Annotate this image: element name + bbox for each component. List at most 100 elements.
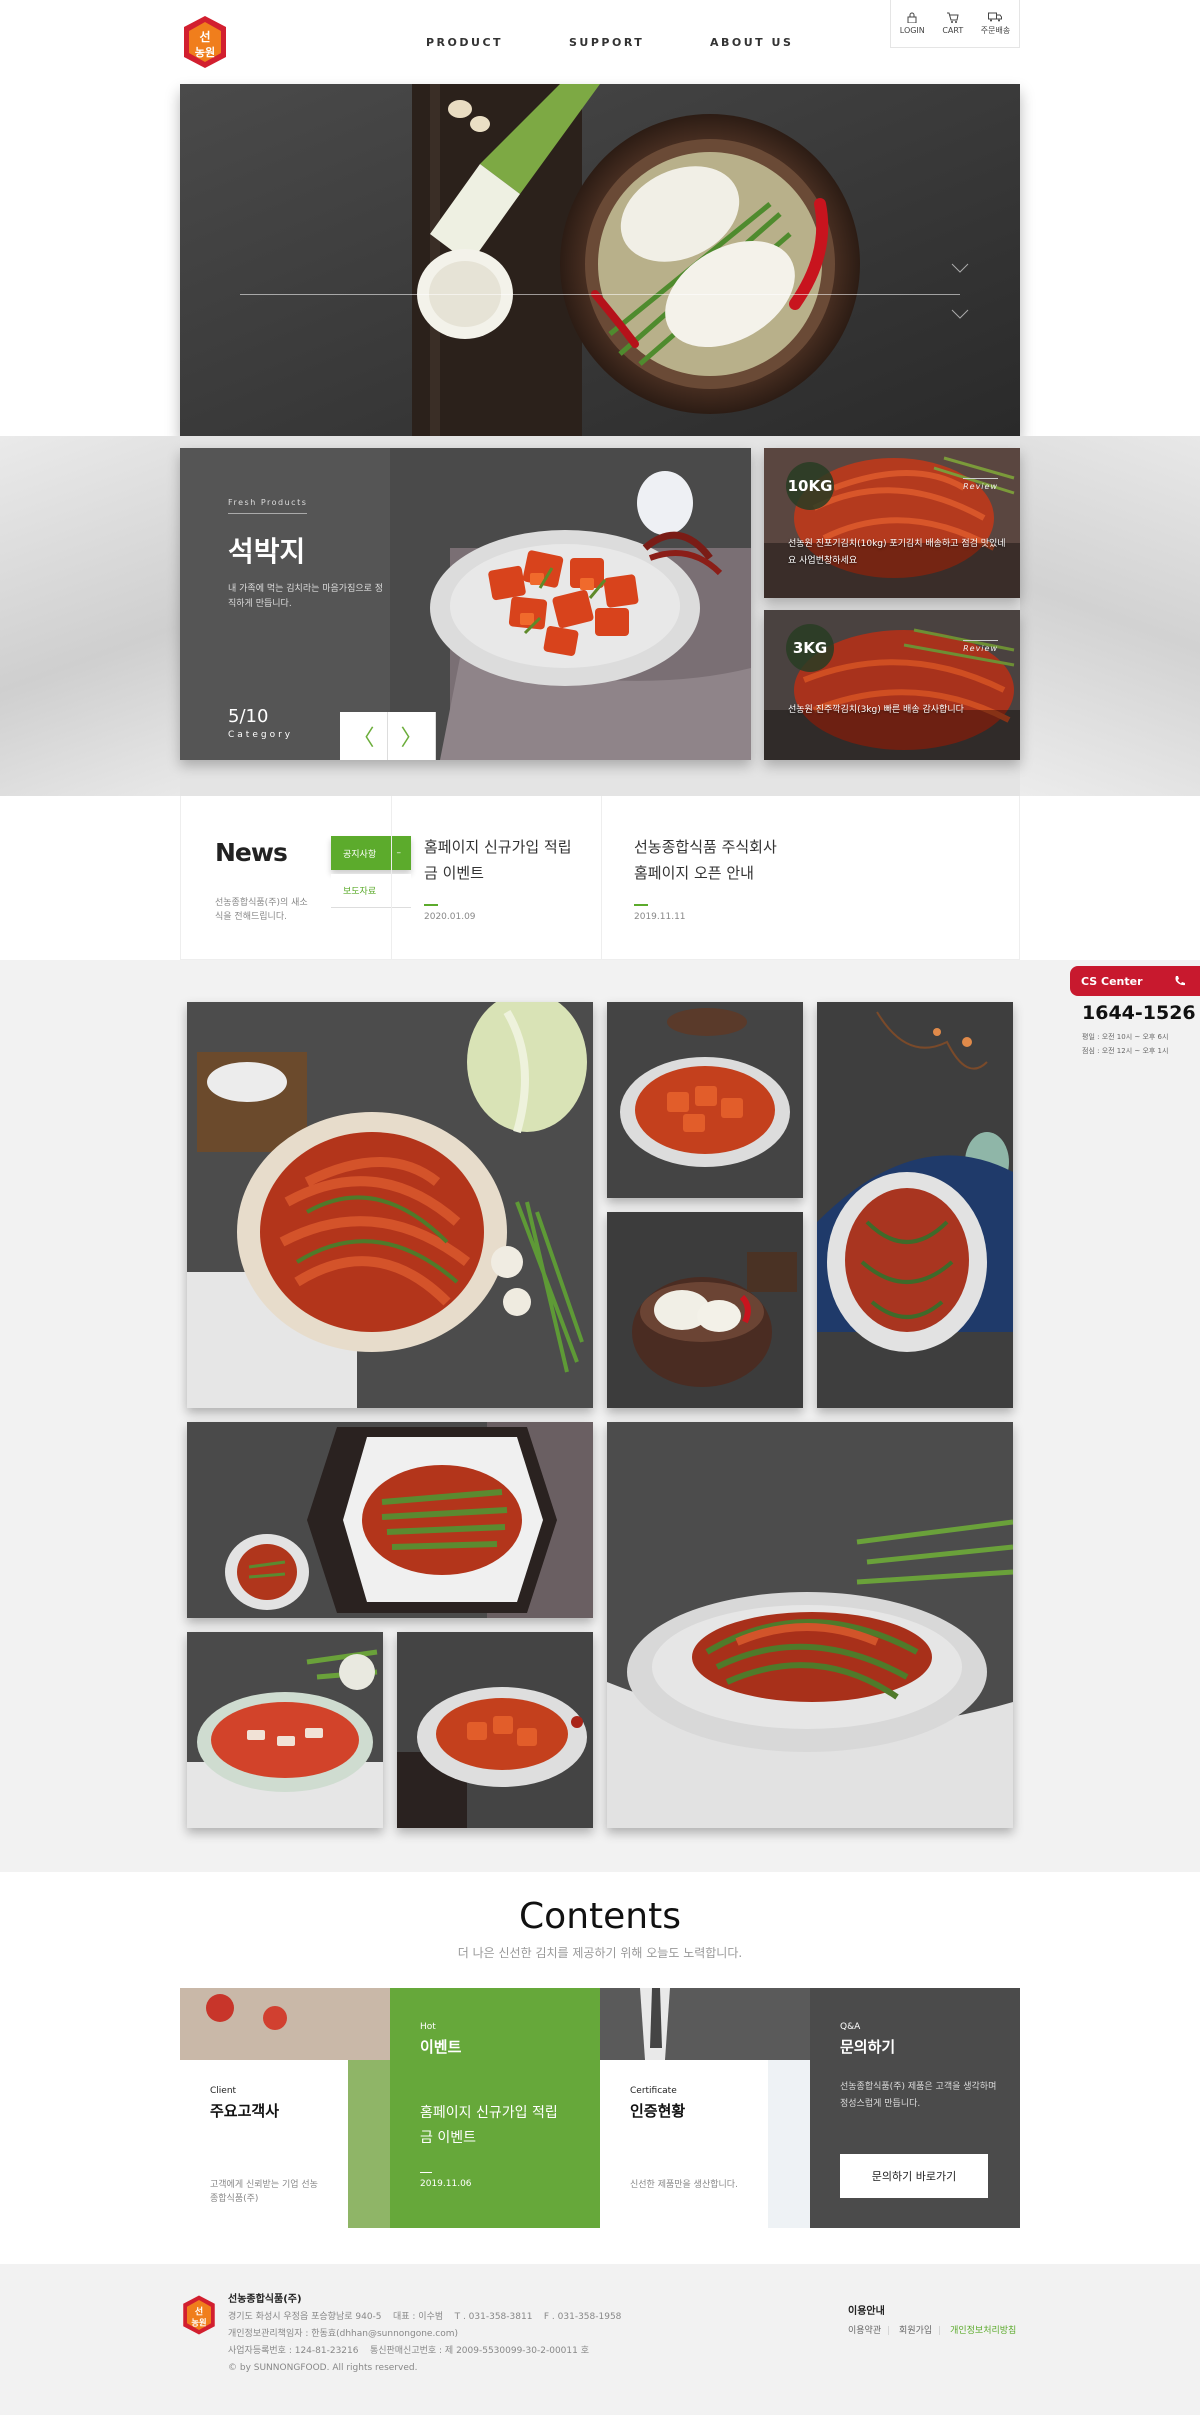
gallery-photo[interactable]	[187, 1632, 383, 1828]
svg-text:선: 선	[195, 2305, 203, 2317]
client-card-panel: Client 주요고객사 고객에게 신뢰받는 기업 선농종합식품(주)	[180, 2060, 348, 2228]
review-card-3kg[interactable]: 3KG Review 선농원 진주깍김치(3kg) 빠른 배송 감사합니다	[764, 610, 1020, 760]
gallery-photo[interactable]	[607, 1212, 803, 1408]
green-onion-kimchi-photo	[187, 1422, 593, 1618]
privacy-policy-link[interactable]: 개인정보처리방침	[950, 2326, 1016, 2336]
qa-card: Q&A 문의하기 선농종합식품(주) 제품은 고객을 생각하며 정성스럽게 만듭…	[810, 1988, 1020, 2228]
footer-company-name: 선농종합식품(주)	[228, 2294, 302, 2305]
certificate-card[interactable]: Certificate 인증현황 신선한 제품만을 생산합니다.	[600, 1988, 810, 2228]
lock-icon	[907, 12, 917, 23]
footer-address: 경기도 화성시 우정읍 포승향남로 940-5	[228, 2312, 382, 2322]
news-item-bar	[634, 904, 648, 906]
event-title: 이벤트	[420, 2038, 462, 2056]
cs-phone-number: 1644-1526	[1082, 1002, 1196, 1024]
nav-support[interactable]: SUPPORT	[569, 36, 644, 49]
qa-shortcut-button[interactable]: 문의하기 바로가기	[840, 2154, 988, 2198]
cart-icon	[946, 12, 959, 23]
order-delivery-link[interactable]: 주문배송	[981, 11, 1010, 36]
gallery-photo-wide[interactable]	[187, 1422, 593, 1618]
review-label: Review	[963, 640, 998, 653]
brand-logo[interactable]: 선 농원	[180, 14, 230, 70]
weight-badge-3kg: 3KG	[786, 624, 834, 672]
review-card-10kg[interactable]: 10KG Review 선농원 진포기김치(10kg) 포기김치 배송하고 점검…	[764, 448, 1020, 598]
link-separator: |	[938, 2326, 942, 2336]
footer-tel: T . 031-358-3811	[454, 2312, 533, 2322]
event-card[interactable]: Hot 이벤트 홈페이지 신규가입 적립금 이벤트 2019.11.06	[390, 1988, 600, 2228]
review-text: 선농원 진주깍김치(3kg) 빠른 배송 감사합니다	[788, 705, 964, 715]
client-title: 주요고객사	[210, 2102, 280, 2120]
event-small-label: Hot	[420, 2022, 436, 2032]
news-item-bar	[424, 904, 438, 906]
client-card[interactable]: Client 주요고객사 고객에게 신뢰받는 기업 선농종합식품(주)	[180, 1988, 390, 2228]
certificate-card-panel: Certificate 인증현황 신선한 제품만을 생산합니다.	[600, 2060, 768, 2228]
prev-button[interactable]: 〈	[340, 712, 388, 760]
cart-label: CART	[942, 26, 964, 35]
terms-link[interactable]: 이용약관	[848, 2326, 881, 2336]
slide-counter: 5/10	[228, 706, 269, 727]
news-item[interactable]: 홈페이지 신규가입 적립금 이벤트 2020.01.09	[391, 796, 601, 960]
cs-hours-lunch: 점심 : 오전 12시 ~ 오후 1시	[1082, 1047, 1169, 1055]
event-date: 2019.11.06	[420, 2179, 472, 2189]
svg-text:농원: 농원	[191, 2318, 206, 2328]
news-section: News 선농종합식품(주)의 새소식을 전해드립니다. 공지사항 – 보도자료…	[180, 796, 1020, 960]
event-bar	[420, 2172, 432, 2173]
footer-address-line: 경기도 화성시 우정읍 포승향남로 940-5 대표 : 이수범 T . 031…	[228, 2309, 621, 2326]
chonggak-kimchi-photo	[397, 1632, 593, 1828]
news-item-date: 2019.11.11	[634, 912, 686, 922]
news-item-date: 2020.01.09	[424, 912, 476, 922]
svg-text:선: 선	[199, 29, 210, 44]
news-item[interactable]: 선농종합식품 주식회사 홈페이지 오픈 안내 2019.11.11	[601, 796, 811, 960]
utility-menu: LOGIN CART 주문배송	[890, 0, 1020, 48]
footer-company-info: 선농종합식품(주) 경기도 화성시 우정읍 포승향남로 940-5 대표 : 이…	[228, 2290, 621, 2377]
featured-product-description: 내 가족에 먹는 김치라는 마음가짐으로 정직하게 만듭니다.	[228, 584, 384, 610]
qa-small-label: Q&A	[840, 2022, 861, 2032]
dongchimi-photo	[607, 1212, 803, 1408]
footer-mail-order-number: 통신판매신고번호 : 제 2009-5530099-30-2-00011 호	[369, 2346, 589, 2357]
chevron-left-icon: 〈	[352, 726, 375, 751]
weight-badge-10kg: 10KG	[786, 462, 834, 510]
cs-center-tab[interactable]: CS Center	[1070, 966, 1200, 996]
news-description: 선농종합식품(주)의 새소식을 전해드립니다.	[215, 898, 308, 923]
fresh-products-tag: Fresh Products	[228, 498, 308, 514]
review-label: Review	[963, 478, 998, 491]
cs-center-label: CS Center	[1081, 974, 1143, 988]
footer-business-number: 사업자등록번호 : 124-81-23216	[228, 2346, 359, 2357]
news-title: News	[215, 838, 288, 867]
nav-about-us[interactable]: ABOUT US	[710, 36, 793, 49]
kimchi-photo	[187, 1002, 593, 1408]
signup-link[interactable]: 회원가입	[899, 2326, 932, 2336]
featured-product-card[interactable]: Fresh Products 석박지 내 가족에 먹는 김치라는 마음가짐으로 …	[180, 448, 751, 760]
footer-links: 이용안내 이용약관 | 회원가입 | 개인정보처리방침	[848, 2302, 1016, 2336]
next-button[interactable]: 〉	[388, 712, 436, 760]
factory-photo-right	[1020, 436, 1200, 796]
login-link[interactable]: LOGIN	[900, 12, 925, 35]
gallery-photo[interactable]	[397, 1632, 593, 1828]
truck-icon	[988, 12, 1003, 22]
tab-press-label: 보도자료	[343, 887, 377, 897]
login-label: LOGIN	[899, 26, 925, 35]
nav-product[interactable]: PRODUCT	[426, 36, 503, 49]
qa-title: 문의하기	[840, 2038, 896, 2056]
featured-product-title: 석박지	[228, 535, 306, 568]
gallery-photo-large[interactable]	[187, 1002, 593, 1408]
contents-subtitle: 더 나은 신선한 김치를 제공하기 위해 오늘도 노력합니다.	[457, 1946, 743, 1960]
hero-divider	[240, 294, 960, 295]
gallery-photo[interactable]	[607, 1002, 803, 1198]
pa-kimchi-photo	[817, 1002, 1013, 1408]
cart-link[interactable]: CART	[942, 12, 963, 35]
gallery-section	[0, 960, 1200, 1872]
footer-links-title: 이용안내	[848, 2306, 885, 2317]
gallery-photo-large[interactable]	[607, 1422, 1013, 1828]
phone-icon	[1175, 976, 1185, 986]
cs-hours-weekday: 평일 : 오전 10시 ~ 오후 6시	[1082, 1033, 1169, 1041]
qa-description: 선농종합식품(주) 제품은 고객을 생각하며 정성스럽게 만듭니다.	[840, 2082, 997, 2110]
event-description: 홈페이지 신규가입 적립금 이벤트	[420, 2105, 558, 2146]
order-delivery-label: 주문배송	[980, 26, 1011, 35]
yeolmu-kimchi-photo	[607, 1422, 1013, 1828]
site-footer: 선 농원 선농종합식품(주) 경기도 화성시 우정읍 포승향남로 940-5 대…	[0, 2264, 1200, 2415]
event-card-content: Hot 이벤트 홈페이지 신규가입 적립금 이벤트 2019.11.06	[420, 2022, 570, 2189]
gallery-photo-tall[interactable]	[817, 1002, 1013, 1408]
water-kimchi-photo	[187, 1632, 383, 1828]
footer-fax: F . 031-358-1958	[543, 2312, 622, 2322]
client-description: 고객에게 신뢰받는 기업 선농종합식품(주)	[210, 2180, 318, 2204]
